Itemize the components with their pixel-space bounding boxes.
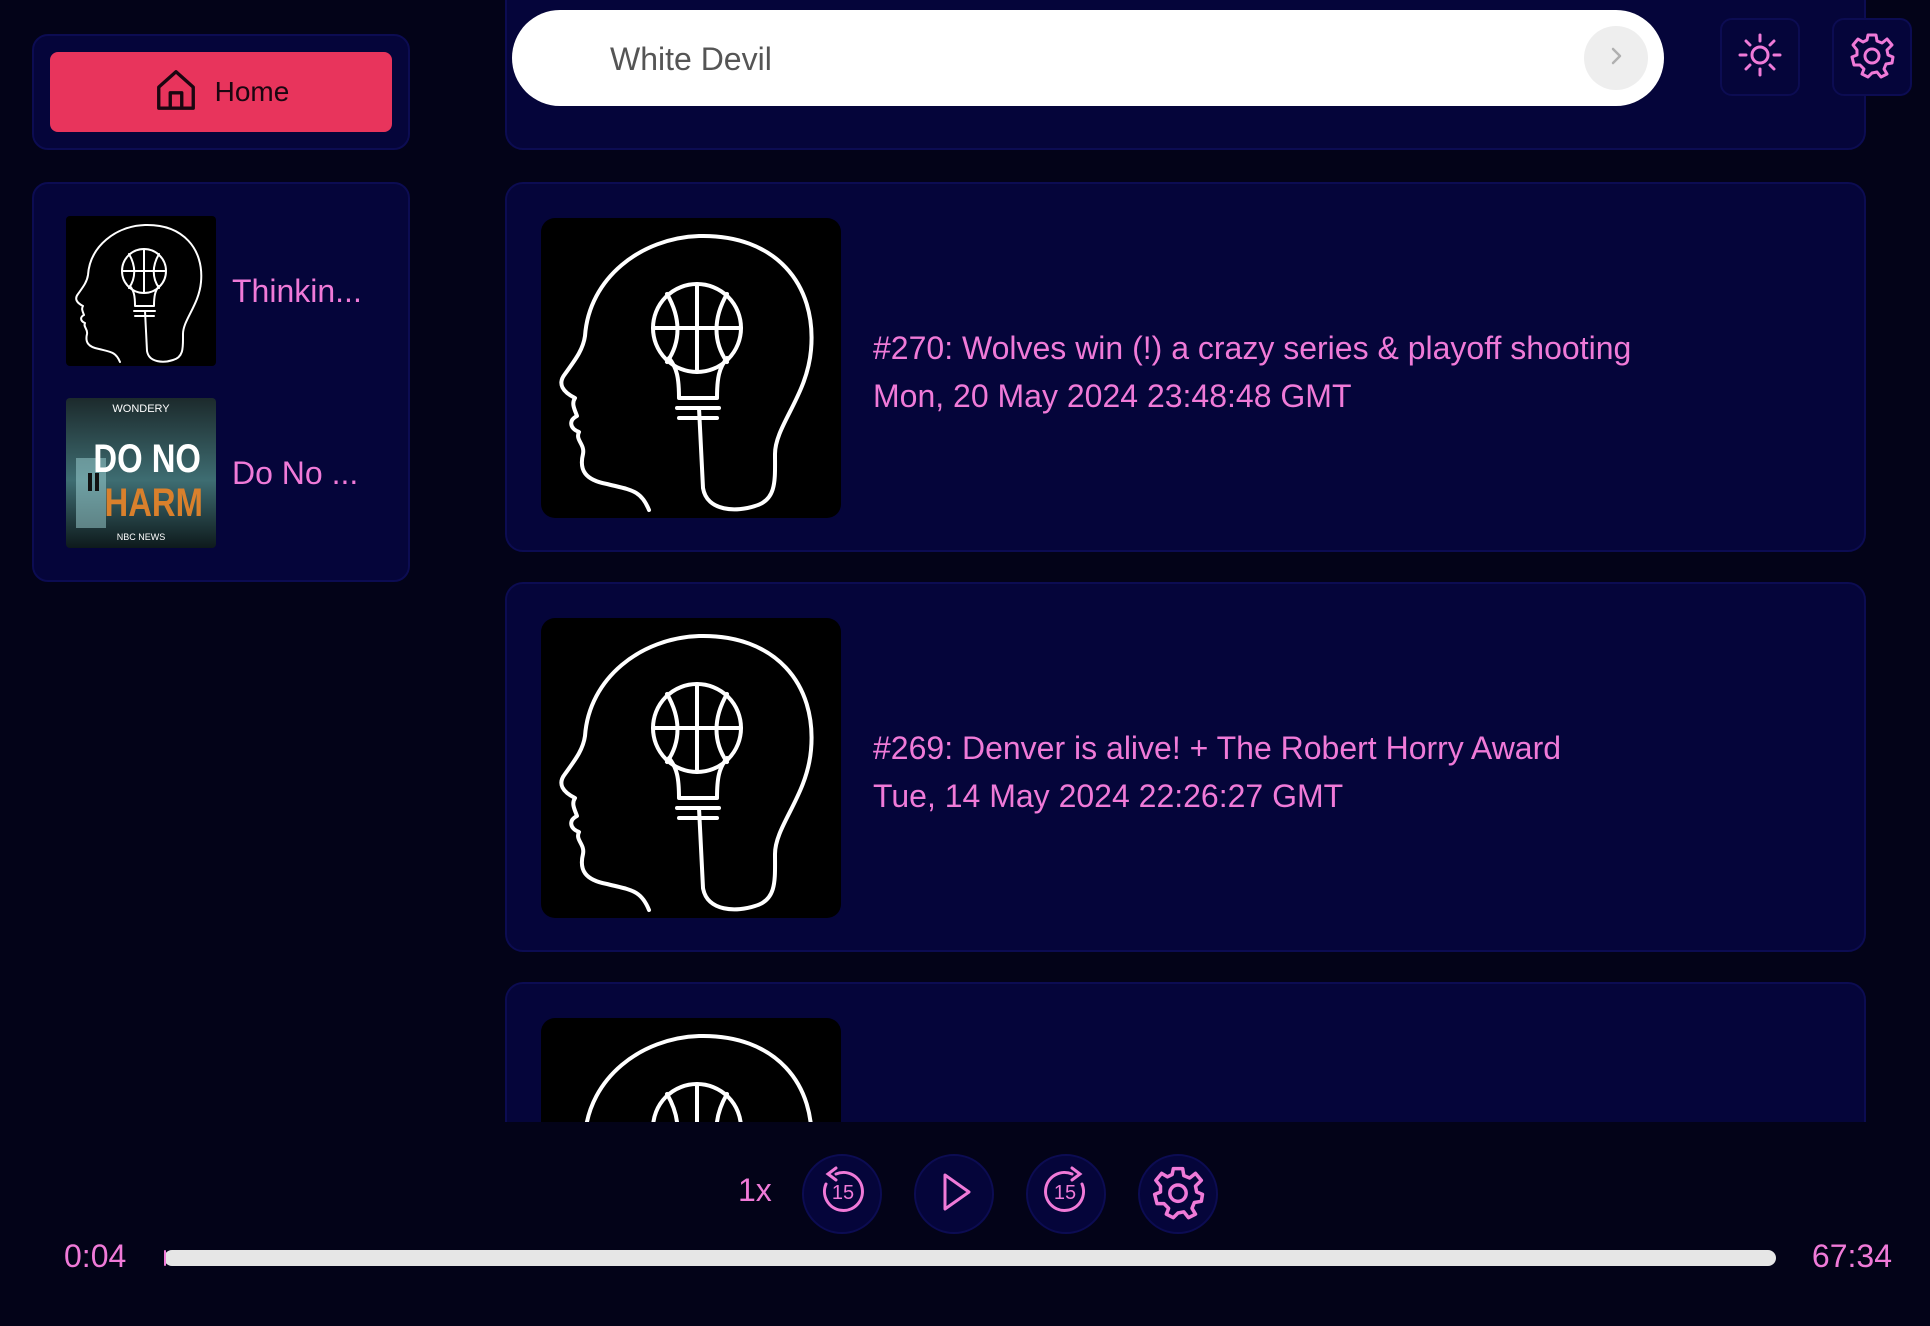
play-icon <box>926 1164 982 1225</box>
art-title-line1: DO NO <box>93 436 200 481</box>
player-settings-button[interactable] <box>1138 1154 1218 1234</box>
episode-feed[interactable]: #270: Wolves win (!) a crazy series & pl… <box>505 0 1866 1122</box>
episode-card[interactable] <box>505 982 1866 1122</box>
settings-button[interactable] <box>1832 18 1912 96</box>
episode-art <box>541 218 841 518</box>
total-duration: 67:34 <box>1811 1238 1892 1274</box>
subscriptions-sidebar: Thinkin... WONDERY DO NO HARM NBC NEWS D… <box>32 182 410 582</box>
forward-seconds-label: 15 <box>1054 1182 1076 1204</box>
forward-15-button[interactable]: 15 <box>1026 1154 1106 1234</box>
episode-title: #270: Wolves win (!) a crazy series & pl… <box>873 330 1632 366</box>
episode-date: Tue, 14 May 2024 22:26:27 GMT <box>873 778 1344 814</box>
home-button[interactable]: Home <box>50 52 392 132</box>
sidebar-item-label: Thinkin... <box>232 272 362 309</box>
episode-title: #269: Denver is alive! + The Robert Horr… <box>873 730 1562 766</box>
episode-date: Mon, 20 May 2024 23:48:48 GMT <box>873 378 1352 414</box>
art-title-line2: HARM <box>105 480 203 525</box>
sun-icon <box>1736 31 1784 84</box>
gear-icon <box>1150 1164 1206 1225</box>
episode-card[interactable]: #269: Denver is alive! + The Robert Horr… <box>505 582 1866 952</box>
chevron-right-icon <box>1604 44 1628 73</box>
sidebar-item-do-no-harm[interactable]: WONDERY DO NO HARM NBC NEWS Do No ... <box>66 398 358 548</box>
play-button[interactable] <box>914 1154 994 1234</box>
episode-card[interactable]: #270: Wolves win (!) a crazy series & pl… <box>505 182 1866 552</box>
search-bar <box>512 10 1664 108</box>
episode-art <box>541 618 841 918</box>
rewind-seconds-label: 15 <box>832 1182 854 1204</box>
art-network-text: NBC NEWS <box>117 532 166 542</box>
sidebar-item-label: Do No ... <box>232 454 359 491</box>
progress-slider[interactable] <box>164 1250 1776 1266</box>
forward-icon: 15 <box>1038 1164 1094 1225</box>
theme-toggle-button[interactable] <box>1720 18 1800 96</box>
rewind-15-button[interactable]: 15 <box>802 1154 882 1234</box>
rewind-icon: 15 <box>814 1164 870 1225</box>
search-input[interactable] <box>608 10 1512 108</box>
playback-speed-button[interactable]: 1x <box>738 1172 772 1209</box>
home-label: Home <box>214 76 290 107</box>
art-publisher-text: WONDERY <box>112 403 170 415</box>
podcast-art-thinking-basketball <box>66 216 216 366</box>
sidebar-item-thinking-basketball[interactable]: Thinkin... <box>66 216 362 366</box>
current-time: 0:04 <box>64 1238 127 1274</box>
home-panel: Home <box>32 34 410 150</box>
search-submit-button[interactable] <box>1584 26 1648 90</box>
home-icon <box>153 66 199 119</box>
progress-fill <box>164 1250 166 1266</box>
gear-icon <box>1848 31 1896 84</box>
episode-art <box>541 1018 841 1122</box>
podcast-art-do-no-harm: WONDERY DO NO HARM NBC NEWS <box>66 398 216 548</box>
